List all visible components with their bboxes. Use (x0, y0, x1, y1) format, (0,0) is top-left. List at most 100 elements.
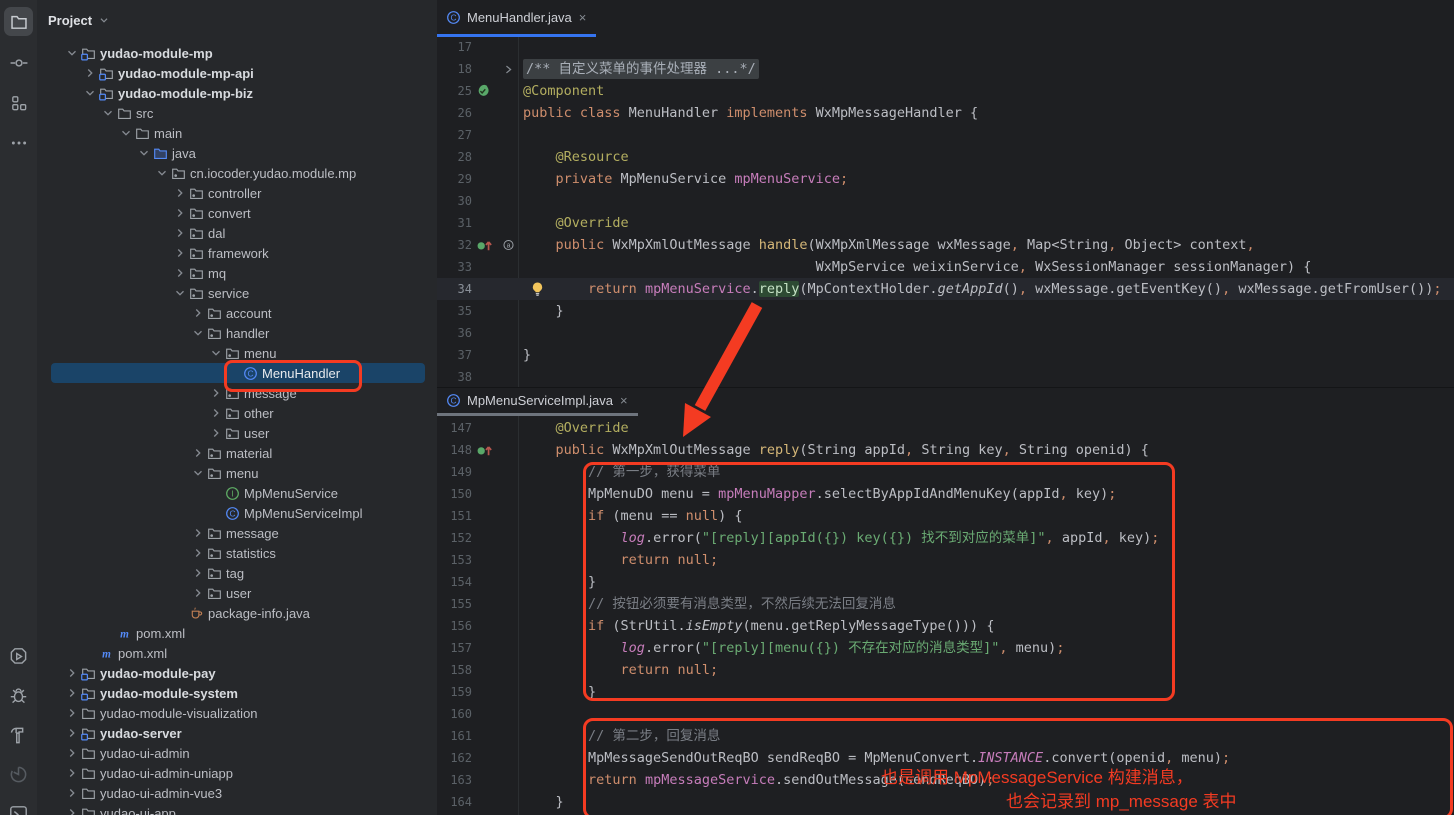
tree-item-yudao-module-mp[interactable]: yudao-module-mp (37, 43, 437, 63)
tree-item-other[interactable]: other (37, 403, 437, 423)
line-number: 151 (437, 505, 472, 527)
debug-icon[interactable] (4, 681, 33, 710)
terminal-icon[interactable] (4, 800, 33, 815)
close-icon[interactable]: × (620, 394, 628, 407)
tree-item-label: MpMenuServiceImpl (244, 506, 363, 521)
tree-item-java[interactable]: java (37, 143, 437, 163)
class-icon: C (446, 393, 461, 408)
editor-tab-mpmenuserviceimpl-java[interactable]: CMpMenuServiceImpl.java× (437, 388, 638, 416)
maven-icon: m (116, 625, 133, 641)
chevron-right-icon[interactable] (190, 525, 206, 541)
tree-item-yudao-ui-admin[interactable]: yudao-ui-admin (37, 743, 437, 763)
chevron-right-icon[interactable] (190, 585, 206, 601)
tree-item-user[interactable]: user (37, 583, 437, 603)
chevron-right-icon[interactable] (64, 665, 80, 681)
tree-item-statistics[interactable]: statistics (37, 543, 437, 563)
package-icon (188, 225, 205, 241)
more-icon[interactable] (4, 128, 33, 157)
chevron-right-icon[interactable] (64, 765, 80, 781)
tree-item-yudao-module-pay[interactable]: yudao-module-pay (37, 663, 437, 683)
chevron-down-icon[interactable] (64, 45, 80, 61)
tree-item-yudao-module-visualization[interactable]: yudao-module-visualization (37, 703, 437, 723)
spring-bean-icon[interactable] (476, 80, 520, 102)
tree-item-menuhandler[interactable]: CMenuHandler (37, 363, 437, 383)
chevron-down-icon[interactable] (100, 105, 116, 121)
profiler-icon[interactable] (4, 760, 33, 789)
line-number: 161 (437, 725, 472, 747)
tree-item-material[interactable]: material (37, 443, 437, 463)
chevron-right-icon[interactable] (64, 725, 80, 741)
tree-item-yudao-ui-admin-uniapp[interactable]: yudao-ui-admin-uniapp (37, 763, 437, 783)
tree-item-message[interactable]: message (37, 523, 437, 543)
code-line-150: 150 MpMenuDO menu = mpMenuMapper.selectB… (437, 483, 1454, 505)
package-icon (206, 305, 223, 321)
tree-item-yudao-module-mp-biz[interactable]: yudao-module-mp-biz (37, 83, 437, 103)
commit-icon[interactable] (4, 48, 33, 77)
build-icon[interactable] (4, 721, 33, 750)
tree-item-message[interactable]: message (37, 383, 437, 403)
chevron-down-icon[interactable] (154, 165, 170, 181)
chevron-down-icon[interactable] (118, 125, 134, 141)
chevron-right-icon[interactable] (208, 405, 224, 421)
chevron-right-icon[interactable] (172, 185, 188, 201)
tree-item-dal[interactable]: dal (37, 223, 437, 243)
tree-item-convert[interactable]: convert (37, 203, 437, 223)
tree-item-menu[interactable]: menu (37, 463, 437, 483)
tree-item-menu[interactable]: menu (37, 343, 437, 363)
chevron-down-icon[interactable] (136, 145, 152, 161)
tree-item-pom-xml[interactable]: mpom.xml (37, 643, 437, 663)
chevron-down-icon[interactable] (208, 345, 224, 361)
chevron-right-icon[interactable] (64, 685, 80, 701)
tree-item-main[interactable]: main (37, 123, 437, 143)
chevron-right-icon[interactable] (64, 805, 80, 815)
chevron-right-icon[interactable] (190, 305, 206, 321)
tree-item-yudao-ui-admin-vue3[interactable]: yudao-ui-admin-vue3 (37, 783, 437, 803)
chevron-right-icon[interactable] (82, 65, 98, 81)
tree-item-user[interactable]: user (37, 423, 437, 443)
tree-item-handler[interactable]: handler (37, 323, 437, 343)
tree-item-yudao-module-mp-api[interactable]: yudao-module-mp-api (37, 63, 437, 83)
tree-item-mpmenuservice[interactable]: IMpMenuService (37, 483, 437, 503)
close-icon[interactable]: × (579, 11, 587, 24)
chevron-right-icon[interactable] (172, 245, 188, 261)
svg-text:m: m (102, 648, 111, 660)
editor-tab-menuhandler-java[interactable]: CMenuHandler.java× (437, 0, 596, 37)
chevron-right-icon[interactable] (208, 425, 224, 441)
chevron-right-icon[interactable] (190, 565, 206, 581)
tree-item-mq[interactable]: mq (37, 263, 437, 283)
chevron-down-icon[interactable] (172, 285, 188, 301)
chevron-down-icon[interactable] (97, 13, 111, 27)
structure-icon[interactable] (4, 88, 33, 117)
chevron-right-icon[interactable] (172, 225, 188, 241)
tree-item-yudao-ui-app[interactable]: yudao-ui-app (37, 803, 437, 815)
tree-item-yudao-server[interactable]: yudao-server (37, 723, 437, 743)
tree-item-framework[interactable]: framework (37, 243, 437, 263)
line-number: 157 (437, 637, 472, 659)
chevron-right-icon[interactable] (64, 705, 80, 721)
chevron-right-icon[interactable] (190, 545, 206, 561)
chevron-right-icon[interactable] (190, 445, 206, 461)
chevron-right-icon[interactable] (64, 745, 80, 761)
tree-item-package-info-java[interactable]: package-info.java (37, 603, 437, 623)
run-icon[interactable] (4, 642, 33, 671)
tree-item-pom-xml[interactable]: mpom.xml (37, 623, 437, 643)
overrides-method-icon[interactable]: a (476, 234, 520, 256)
chevron-down-icon[interactable] (190, 325, 206, 341)
tree-item-src[interactable]: src (37, 103, 437, 123)
project-panel-header[interactable]: Project (37, 0, 437, 40)
chevron-right-icon[interactable] (172, 205, 188, 221)
chevron-right-icon[interactable] (64, 785, 80, 801)
chevron-right-icon[interactable] (208, 385, 224, 401)
tree-item-service[interactable]: service (37, 283, 437, 303)
tree-item-cn-iocoder-yudao-module-mp[interactable]: cn.iocoder.yudao.module.mp (37, 163, 437, 183)
chevron-down-icon[interactable] (82, 85, 98, 101)
project-folder-icon[interactable] (4, 7, 33, 36)
tree-item-yudao-module-system[interactable]: yudao-module-system (37, 683, 437, 703)
tree-item-account[interactable]: account (37, 303, 437, 323)
chevron-down-icon[interactable] (190, 465, 206, 481)
tree-item-controller[interactable]: controller (37, 183, 437, 203)
chevron-right-icon[interactable] (172, 265, 188, 281)
tree-item-mpmenuserviceimpl[interactable]: CMpMenuServiceImpl (37, 503, 437, 523)
tree-item-tag[interactable]: tag (37, 563, 437, 583)
overrides-method-icon[interactable] (476, 439, 520, 461)
